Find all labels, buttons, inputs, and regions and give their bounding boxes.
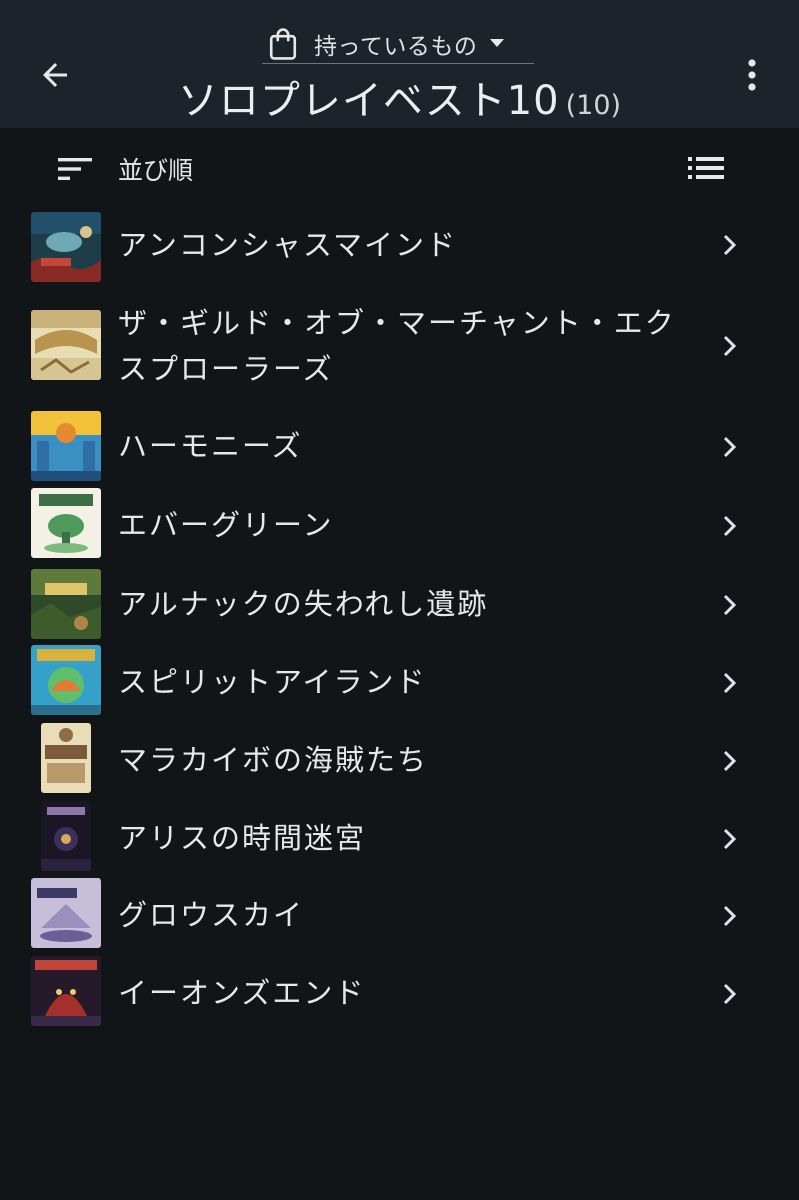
sort-label: 並び順 [118,156,194,185]
sort-icon [58,158,92,180]
list-item[interactable]: アリスの時間迷宮 [0,799,799,877]
chevron-right-icon [716,433,744,461]
game-name: エバーグリーン [118,508,334,542]
game-cover-image [41,723,91,793]
game-name: グロウスカイ [118,898,305,932]
game-cover-image [31,645,101,715]
chevron-right-icon [716,591,744,619]
list-view-icon [688,157,724,179]
game-cover-image [31,212,101,282]
game-name: マラカイボの海賊たち [118,743,429,777]
chevron-right-icon [716,747,744,775]
game-cover-image [31,310,101,380]
game-name: アリスの時間迷宮 [118,821,367,855]
game-cover-image [41,801,91,871]
game-cover-image [31,956,101,1026]
list-item[interactable]: アンコンシャスマインド [0,205,799,285]
game-name: アルナックの失われし遺跡 [118,587,489,621]
list-item[interactable]: イーオンズエンド [0,954,799,1032]
list-item[interactable]: スピリットアイランド [0,643,799,721]
game-name: イーオンズエンド [118,976,366,1010]
chevron-right-icon [716,512,744,540]
chevron-right-icon [716,231,744,259]
page-title: ソロプレイベスト10 [177,78,560,124]
list-item[interactable]: アルナックの失われし遺跡 [0,565,799,643]
game-name: アンコンシャスマインド [118,228,457,262]
list-item[interactable]: グロウスカイ [0,876,799,954]
list-item[interactable]: マラカイボの海賊たち [0,721,799,799]
chevron-right-icon [716,902,744,930]
game-name: スピリットアイランド [118,665,427,699]
page-title-row: ソロプレイベスト10 (10) [0,68,799,124]
chevron-right-icon [716,669,744,697]
chevron-right-icon [716,980,744,1008]
game-name: ザ・ギルド・オブ・マーチャント・エクスプローラーズ [118,306,676,386]
chevron-right-icon [716,825,744,853]
item-count: (10) [565,90,622,121]
sort-button[interactable]: 並び順 [56,144,193,194]
view-mode-button[interactable] [684,146,728,190]
game-name: ハーモニーズ [118,429,303,463]
more-options-button[interactable] [728,50,776,100]
collection-dropdown[interactable]: 持っているもの [262,24,534,64]
list-item[interactable]: エバーグリーン [0,486,799,564]
game-cover-image [31,878,101,948]
game-cover-image [31,488,101,558]
more-vert-icon [748,59,756,91]
game-cover-image [31,569,101,639]
app-header: 持っているもの ソロプレイベスト10 (10) [0,0,799,128]
game-cover-image [31,411,101,481]
collection-label: 持っているもの [314,33,478,60]
dropdown-caret-icon [489,36,505,52]
shopping-bag-icon [266,26,300,62]
sort-toolbar: 並び順 [0,140,799,196]
chevron-right-icon [716,332,744,360]
list-item[interactable]: ハーモニーズ [0,407,799,485]
list-item[interactable]: ザ・ギルド・オブ・マーチャント・エクスプローラーズ [0,300,799,392]
